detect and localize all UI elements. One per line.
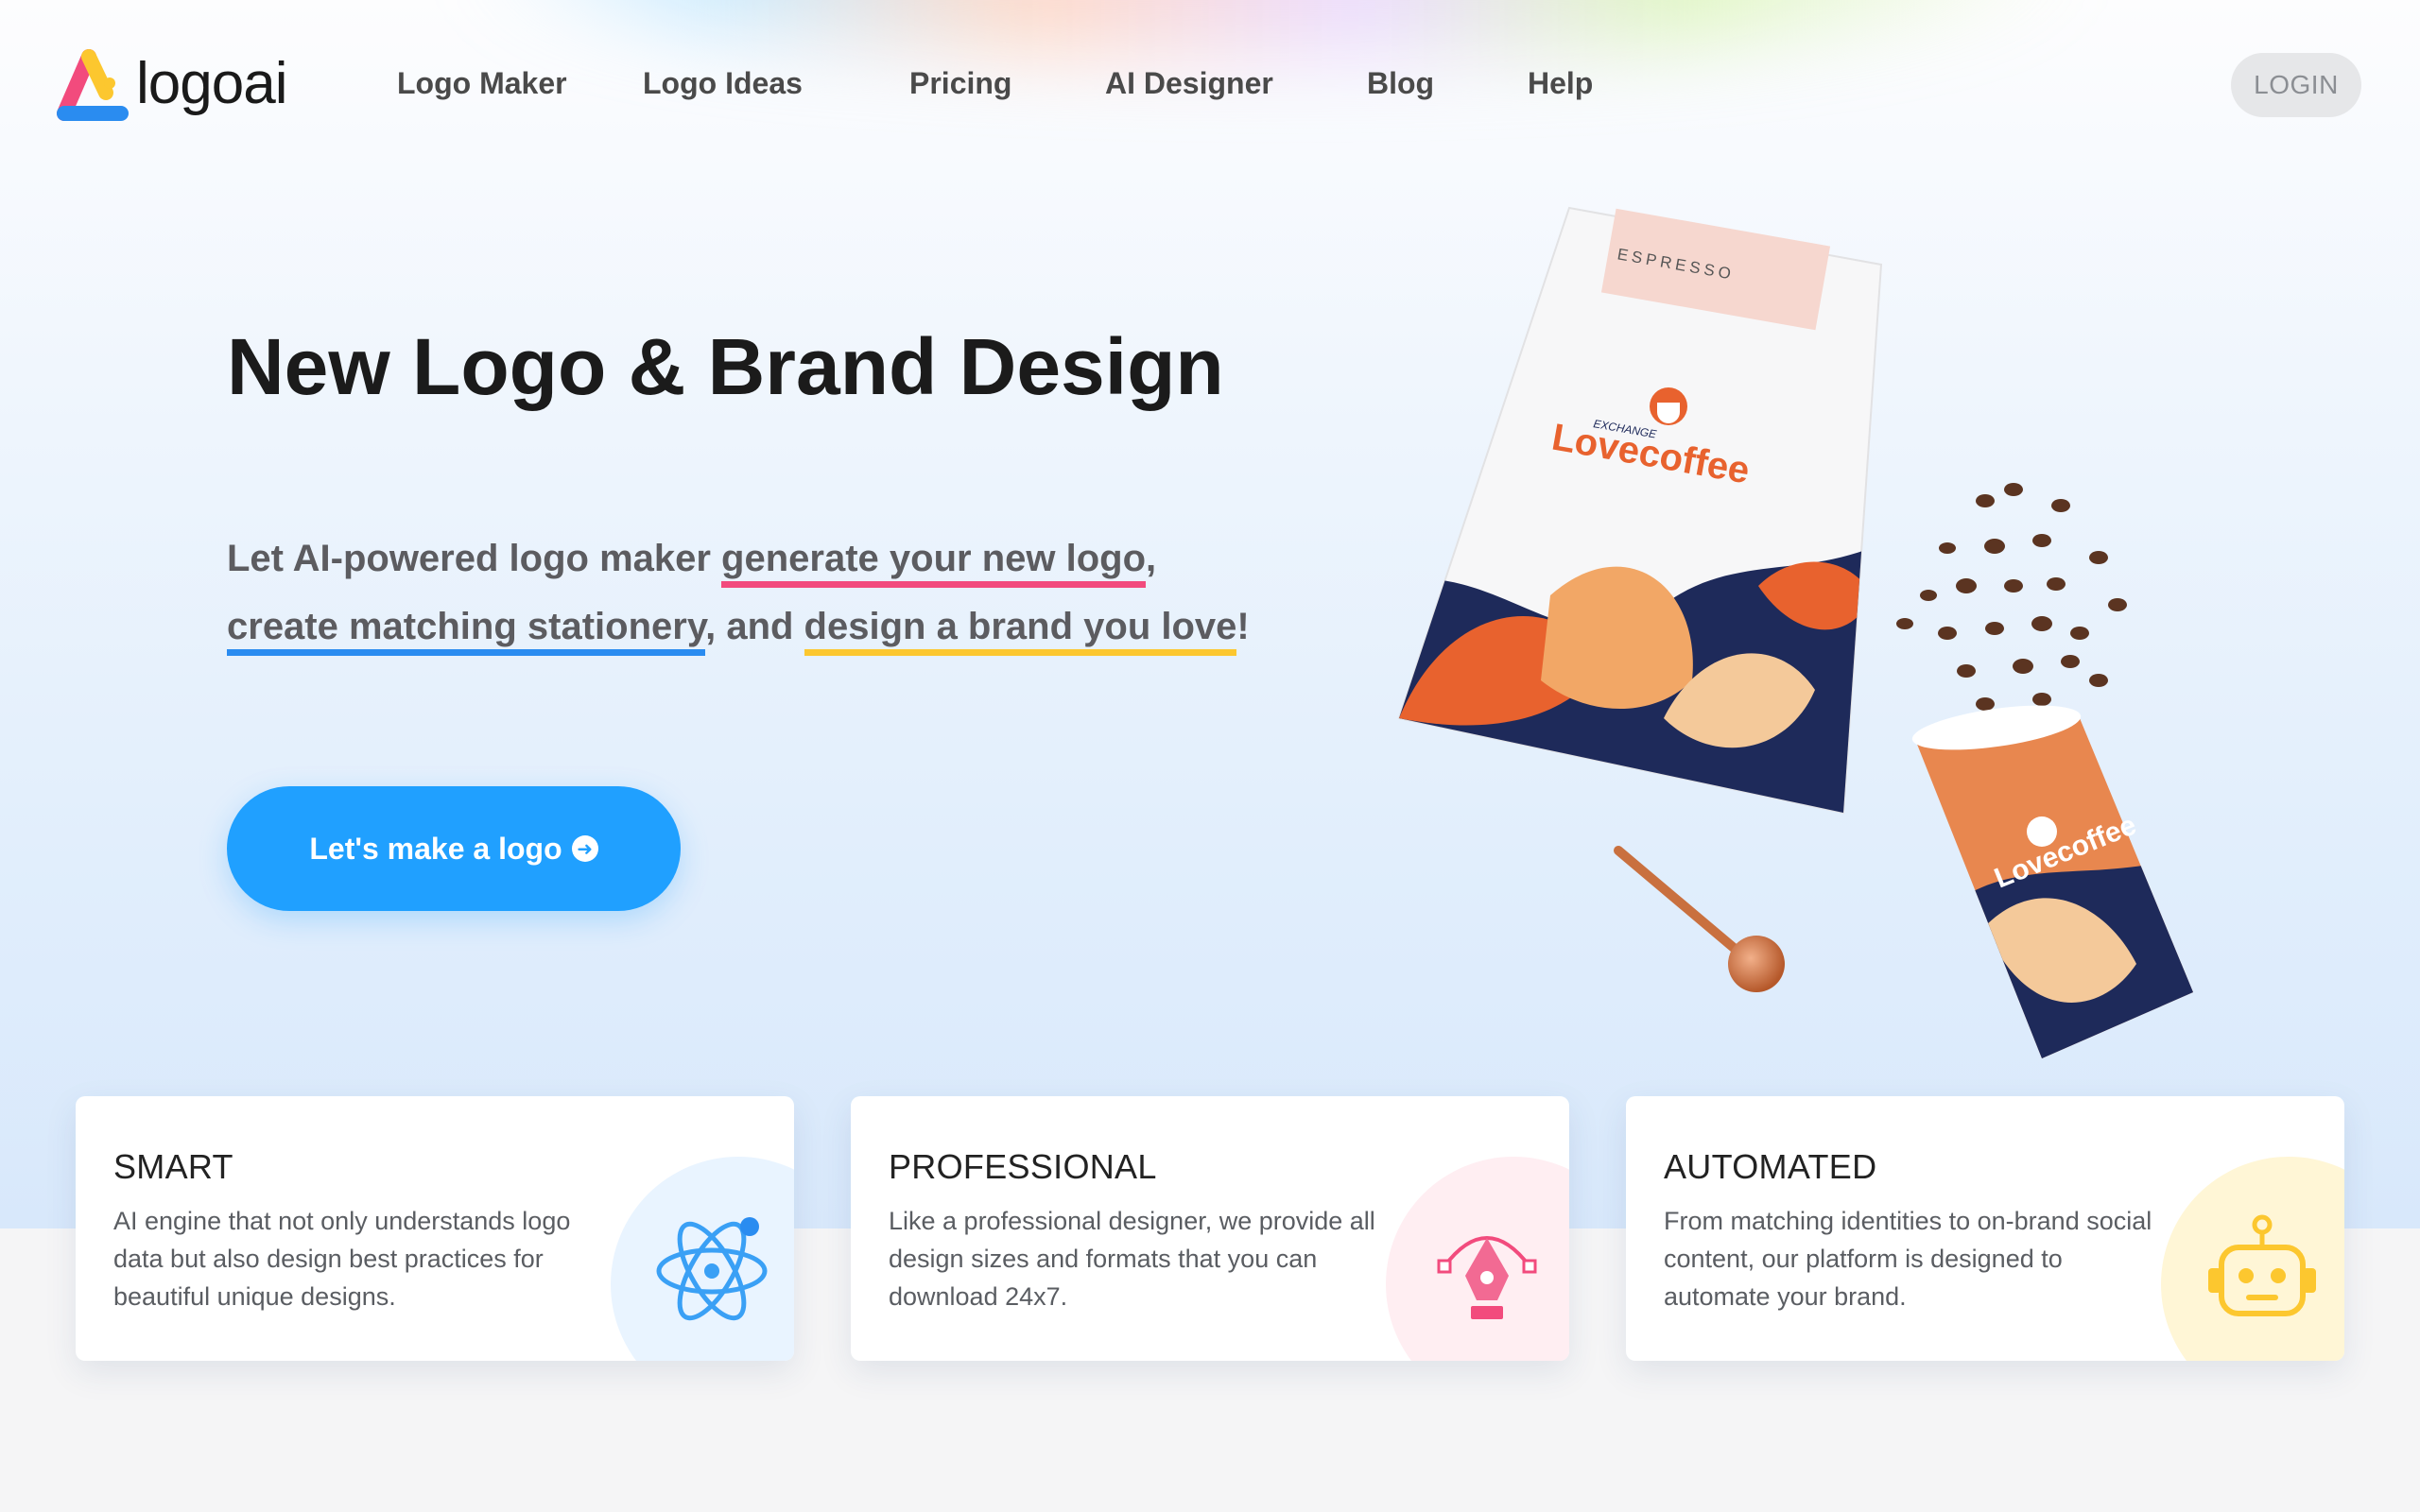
feature-card-smart: SMART AI engine that not only understand… [76, 1096, 794, 1361]
subtext-part: , and [705, 606, 804, 647]
subtext-part: , [1146, 538, 1157, 579]
main-nav: Logo Maker Logo Ideas Pricing AI Designe… [397, 66, 1641, 101]
feature-card-professional: PROFESSIONAL Like a professional designe… [851, 1096, 1569, 1361]
coffee-spoon [1614, 846, 1785, 992]
login-button[interactable]: LOGIN [2231, 53, 2361, 117]
coffee-brand-illustration: ESPRESSO EXCHANGE Lovecoffee Lovecoffee [1397, 206, 2193, 1058]
card-title: PROFESSIONAL [889, 1147, 1157, 1186]
logo-mark-icon [57, 49, 129, 121]
link-matching-stationery[interactable]: create matching stationery [227, 606, 706, 656]
card-title: AUTOMATED [1664, 1147, 1877, 1186]
coffee-bag: ESPRESSO EXCHANGE Lovecoffee [1397, 206, 1883, 815]
nav-logo-maker[interactable]: Logo Maker [397, 66, 643, 101]
nav-blog[interactable]: Blog [1367, 66, 1528, 101]
card-title: SMART [113, 1147, 233, 1186]
atom-icon [656, 1217, 768, 1321]
arrow-circle-right-icon: ➜ [571, 835, 598, 862]
link-design-brand[interactable]: design a brand you love [804, 606, 1237, 656]
pen-tool-icon [1437, 1236, 1537, 1319]
robot-icon [2208, 1214, 2316, 1316]
link-generate-logo[interactable]: generate your new logo [721, 538, 1147, 588]
hero-subtext: Let AI-powered logo maker generate your … [227, 524, 1361, 661]
subtext-part: Let AI-powered logo maker [227, 538, 722, 579]
cta-label: Let's make a logo [309, 831, 562, 866]
feature-card-automated: AUTOMATED From matching identities to on… [1626, 1096, 2344, 1361]
logo-wordmark: logoai [136, 50, 287, 116]
nav-help[interactable]: Help [1528, 66, 1641, 101]
nav-logo-ideas[interactable]: Logo Ideas [643, 66, 909, 101]
card-desc: From matching identities to on-brand soc… [1664, 1207, 2152, 1311]
nav-ai-designer[interactable]: AI Designer [1105, 66, 1367, 101]
card-desc: AI engine that not only understands logo… [113, 1207, 571, 1311]
subtext-part: ! [1236, 606, 1250, 647]
card-desc: Like a professional designer, we provide… [889, 1207, 1375, 1311]
nav-pricing[interactable]: Pricing [909, 66, 1105, 101]
logoai-logo[interactable]: logoai [55, 45, 287, 121]
make-logo-button[interactable]: Let's make a logo ➜ [227, 786, 681, 911]
hero-headline: New Logo & Brand Design [227, 322, 1224, 411]
coffee-cup: Lovecoffee [1911, 705, 2193, 1058]
